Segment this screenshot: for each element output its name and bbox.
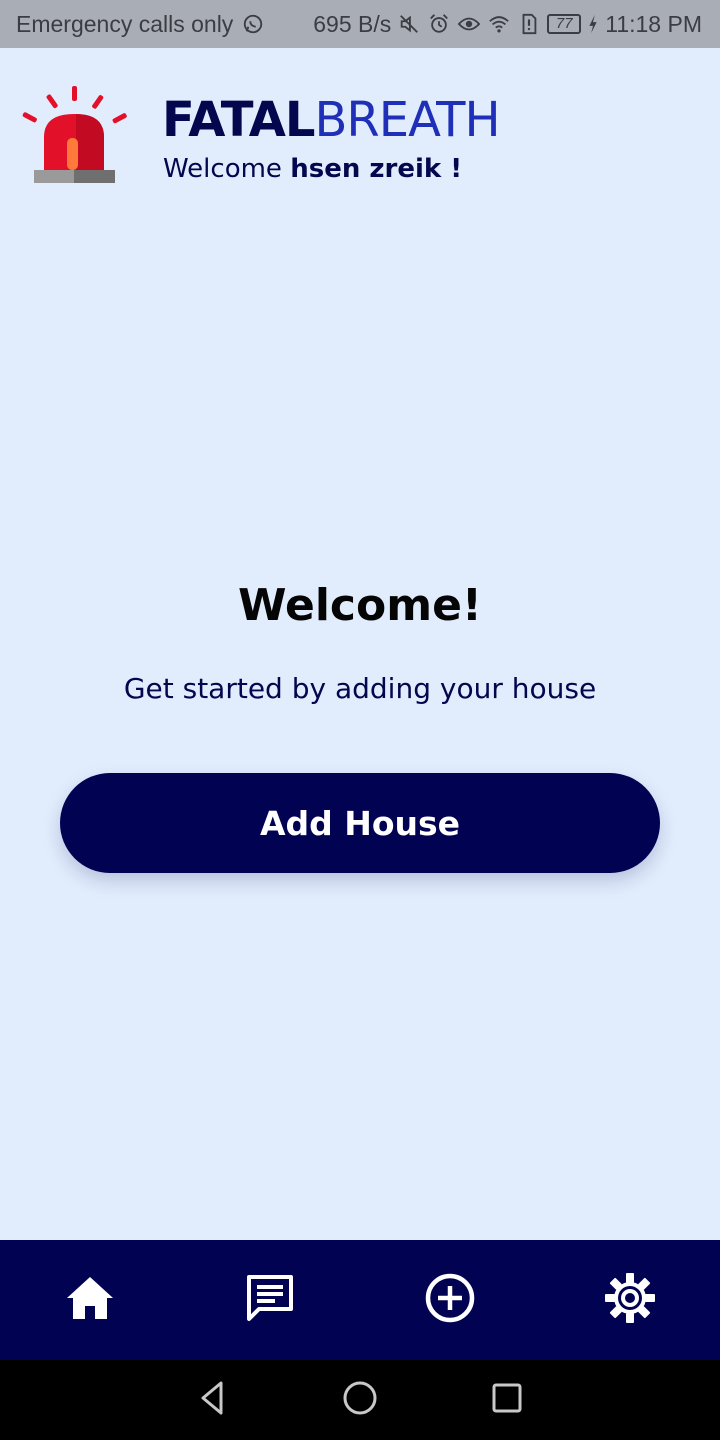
time-text: 11:18 PM: [605, 10, 702, 37]
system-nav-bar: [0, 1360, 720, 1440]
net-speed-text: 695 B/s: [313, 10, 392, 37]
brand-title-strong: FATAL: [162, 92, 315, 148]
brand-title: FATALBREATH: [162, 92, 501, 148]
wifi-icon: [487, 12, 511, 36]
home-icon: [63, 1271, 117, 1329]
bottom-nav: [0, 1240, 720, 1360]
status-bar: Emergency calls only 695 B/s 77 11:18 PM: [0, 0, 720, 48]
add-house-button[interactable]: Add House: [60, 773, 660, 873]
system-back-button[interactable]: [183, 1370, 243, 1430]
welcome-prefix: Welcome: [163, 154, 291, 184]
charging-icon: [587, 12, 599, 36]
system-recents-button[interactable]: [477, 1370, 537, 1430]
add-circle-icon: [423, 1271, 477, 1329]
nav-item-settings[interactable]: [540, 1240, 720, 1360]
system-home-button[interactable]: [330, 1370, 390, 1430]
page-title: Welcome!: [238, 580, 482, 631]
message-icon: [243, 1271, 297, 1329]
settings-icon: [603, 1271, 657, 1329]
back-icon: [193, 1378, 233, 1422]
recents-icon: [487, 1378, 527, 1422]
eye-icon: [457, 12, 481, 36]
status-left: Emergency calls only: [16, 11, 265, 38]
nav-item-messages[interactable]: [180, 1240, 360, 1360]
mute-icon: [397, 12, 421, 36]
nav-item-add[interactable]: [360, 1240, 540, 1360]
username: hsen zreik !: [290, 154, 463, 184]
home-circle-icon: [340, 1378, 380, 1422]
battery-icon: 77: [547, 14, 582, 34]
brand-title-light: BREATH: [314, 92, 500, 148]
alarm-icon: [427, 12, 451, 36]
status-right: 695 B/s 77 11:18 PM: [313, 11, 702, 38]
welcome-user-line: Welcome hsen zreik !: [163, 154, 462, 184]
nav-item-home[interactable]: [0, 1240, 180, 1360]
app-header: FATALBREATH Welcome hsen zreik !: [0, 78, 720, 198]
siren-icon: [22, 82, 130, 186]
sim-alert-icon: [517, 12, 541, 36]
carrier-text: Emergency calls only: [16, 10, 234, 37]
whatsapp-icon: [241, 12, 265, 36]
page-subtitle: Get started by adding your house: [123, 672, 597, 705]
